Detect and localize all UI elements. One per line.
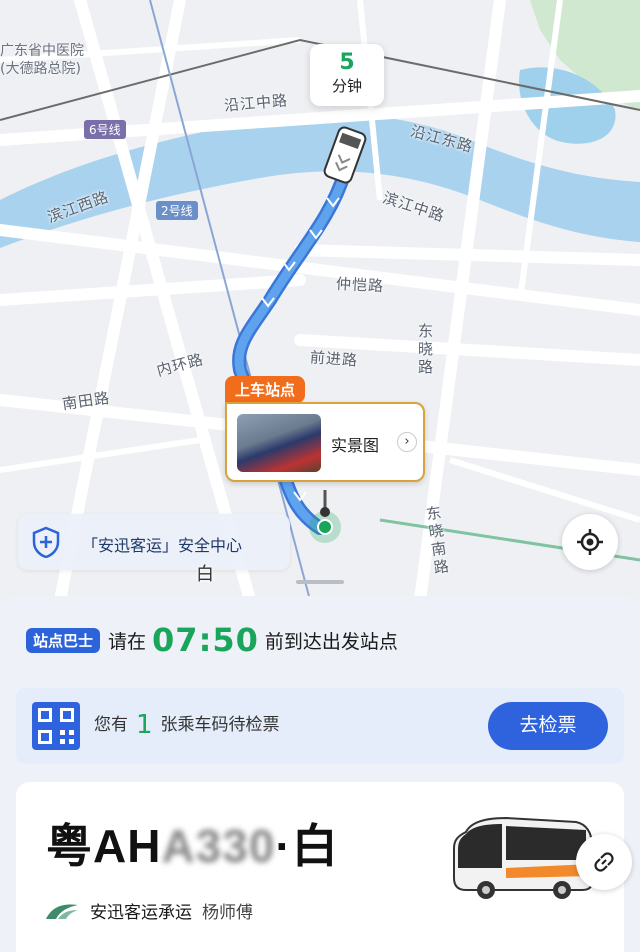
eta-bubble: 5 分钟	[310, 44, 384, 106]
pickup-stop-tag: 上车站点	[225, 376, 306, 403]
safety-center-label: 「安迅客运」安全中心	[82, 536, 243, 555]
station-bus-badge: 站点巴士	[26, 627, 101, 653]
ticket-card[interactable]: 您有 1 张乘车码待检票 去检票	[16, 688, 624, 764]
driver-name: 杨师傅	[202, 903, 253, 923]
pickup-photo-label: 实景图	[331, 436, 380, 455]
poi-hospital[interactable]: 广东省中医院 (大德路总院)	[0, 42, 84, 78]
map-view[interactable]: 广东省中医院 (大德路总院) 6号线 2号线 沿江中路 沿江东路 滨江西路 滨江…	[0, 0, 640, 610]
road-label-qianjin: 前进路	[309, 348, 359, 370]
map-label-bai: 白	[196, 564, 215, 585]
notice-suffix: 前到达出发站点	[264, 630, 398, 653]
metro-line6-badge: 6号线	[84, 120, 126, 139]
pickup-stop-card[interactable]: 上车站点 实景图 ›	[225, 376, 425, 484]
metro-line2-badge: 2号线	[156, 201, 198, 220]
road-label-zhongkai: 仲恺路	[335, 274, 385, 296]
locate-icon	[577, 529, 603, 555]
eta-value: 5	[339, 50, 355, 75]
operator-logo	[46, 904, 78, 919]
ticket-suffix: 张乘车码待检票	[160, 715, 280, 735]
operator-name: 安迅客运承运	[90, 903, 192, 923]
poi-hospital-line1: 广东省中医院	[0, 43, 84, 59]
pickup-photo-thumbnail[interactable]	[237, 414, 321, 472]
locate-button[interactable]	[562, 514, 618, 570]
plate-suffix: ·白	[275, 820, 339, 872]
share-link-button[interactable]	[576, 834, 632, 890]
road-label-dongxiao: 东晓路	[418, 322, 435, 376]
link-icon	[594, 852, 614, 872]
eta-unit: 分钟	[331, 77, 362, 95]
ticket-count: 1	[136, 710, 153, 740]
bus-info-card[interactable]: 粤AHA330·白 安迅客运承运 杨师傅	[16, 782, 632, 952]
plate-masked: A330	[161, 820, 276, 872]
ticket-prefix: 您有	[94, 715, 128, 735]
safety-center-button[interactable]: 「安迅客运」安全中心	[18, 514, 290, 570]
license-plate: 粤AHA330·白	[46, 810, 339, 876]
notice-prefix: 请在	[108, 630, 147, 653]
shield-plus-icon	[32, 526, 60, 558]
departure-time: 07:50	[152, 621, 259, 659]
bottom-sheet[interactable]: 站点巴士 请在 07:50 前到达出发站点 您有 1 张乘车码待检票 去检票 粤AH…	[0, 580, 640, 952]
departure-notice: 站点巴士 请在 07:50 前到达出发站点	[26, 620, 398, 660]
bus-image	[453, 816, 593, 899]
pickup-photo-panel[interactable]: 实景图 ›	[225, 402, 425, 482]
poi-hospital-line2: (大德路总院)	[0, 61, 81, 77]
qr-code-icon	[32, 702, 80, 750]
ticket-message: 您有 1 张乘车码待检票	[94, 710, 280, 740]
plate-prefix: 粤AH	[46, 820, 162, 872]
check-ticket-button[interactable]: 去检票	[488, 702, 608, 750]
sheet-drag-handle[interactable]	[296, 580, 344, 584]
operator-row: 安迅客运承运 杨师傅	[44, 898, 253, 923]
chevron-right-icon: ›	[397, 432, 417, 452]
